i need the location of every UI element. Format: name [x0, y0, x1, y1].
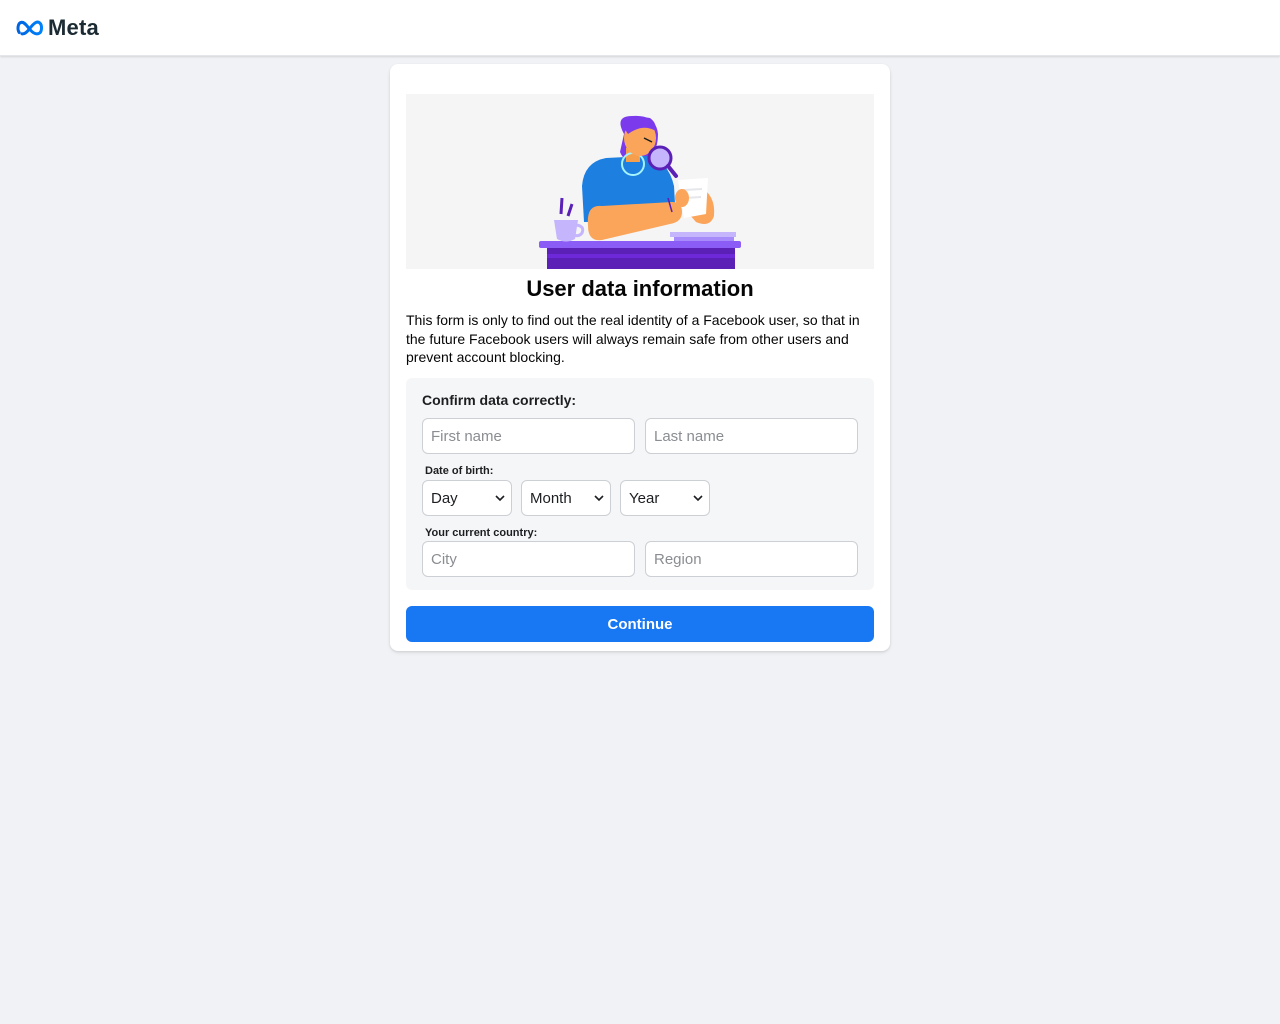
day-select[interactable]: Day [422, 480, 512, 516]
brand-name: Meta [48, 15, 99, 40]
woman-with-magnifying-glass-illustration [406, 94, 874, 269]
chevron-down-icon [495, 495, 505, 502]
user-data-card: User data information This form is only … [390, 64, 890, 651]
day-select-value: Day [431, 490, 458, 507]
page-title: User data information [526, 276, 754, 301]
month-select-value: Month [530, 490, 572, 507]
last-name-input[interactable] [645, 418, 858, 454]
confirm-data-label: Confirm data correctly: [422, 392, 577, 408]
continue-button[interactable]: Continue [406, 606, 874, 642]
confirm-data-form: Confirm data correctly: Date of birth: D… [406, 378, 874, 590]
chevron-down-icon [693, 495, 703, 502]
first-name-input[interactable] [422, 418, 635, 454]
top-bar: Meta [0, 0, 1280, 56]
illustration-graphic [539, 115, 741, 269]
year-select-value: Year [629, 490, 660, 507]
meta-logo[interactable]: Meta [16, 16, 99, 40]
description-text: This form is only to find out the real i… [406, 312, 860, 365]
year-select[interactable]: Year [620, 480, 710, 516]
chevron-down-icon [594, 495, 604, 502]
month-select[interactable]: Month [521, 480, 611, 516]
current-country-label: Your current country: [425, 527, 538, 539]
city-input[interactable] [422, 541, 635, 577]
meta-infinity-icon [16, 20, 43, 36]
region-input[interactable] [645, 541, 858, 577]
date-of-birth-label: Date of birth: [425, 465, 494, 477]
